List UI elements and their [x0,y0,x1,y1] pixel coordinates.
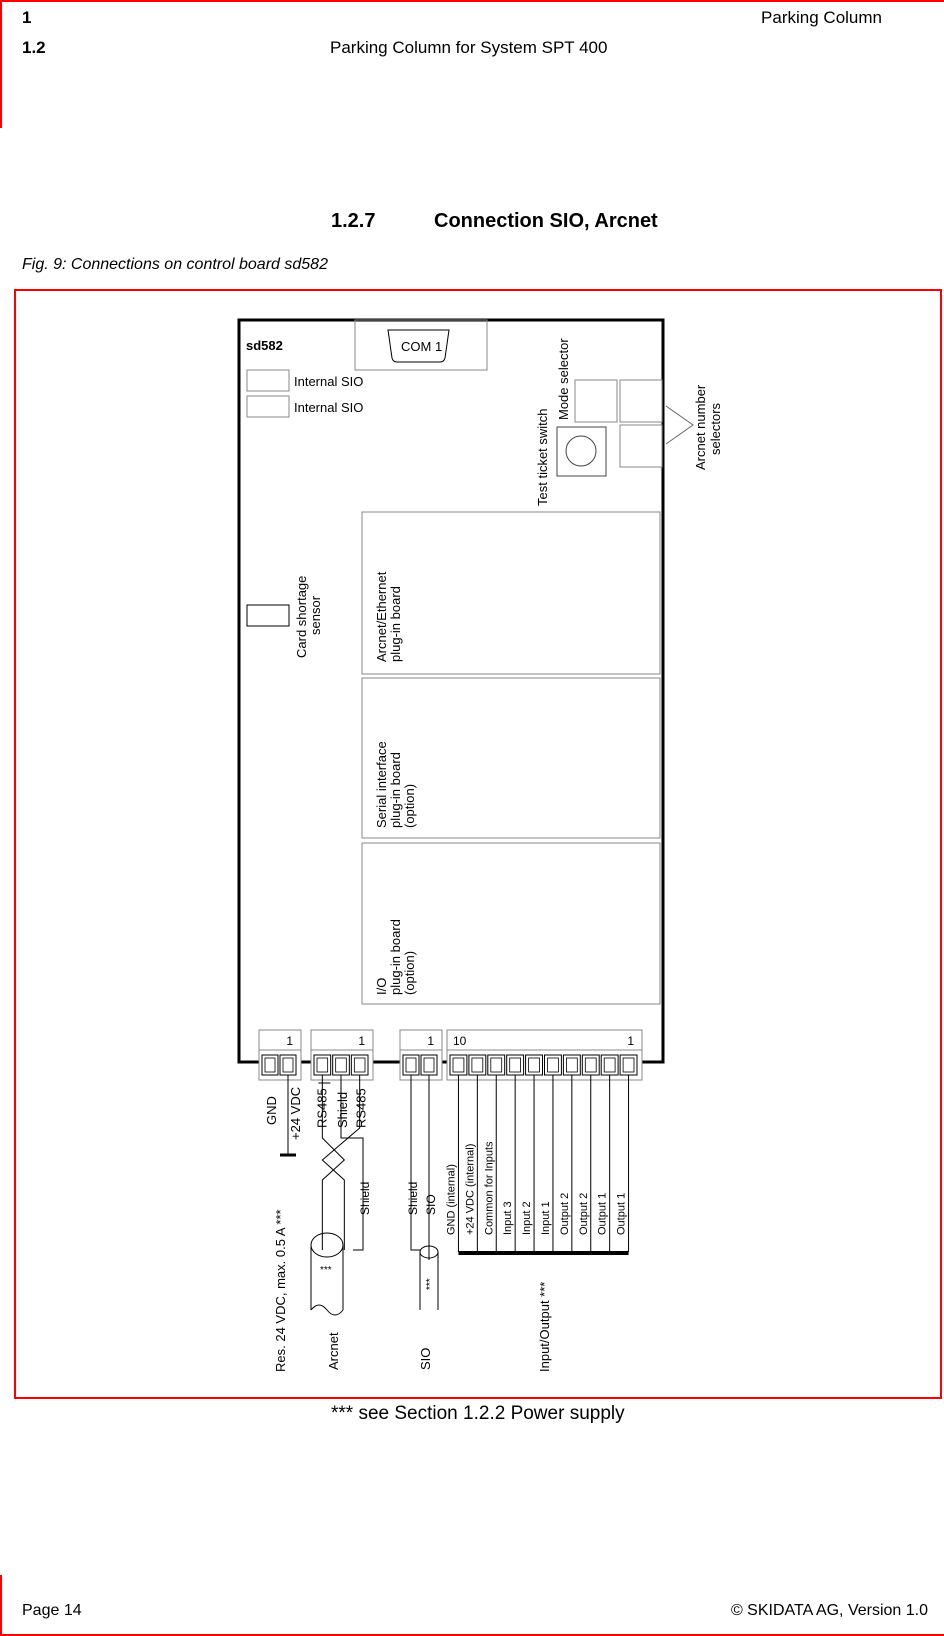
io-wire-label: +24 VDC (internal) [464,1144,476,1235]
serial-board-label-3: (option) [402,784,417,828]
sio-group-label: SIO [418,1348,433,1370]
io-wire-label: Input 2 [521,1201,533,1235]
sio-cable-marker: *** [425,1278,436,1290]
wiring: GND +24 VDC RS485 Shield RS485Shield***Shiel… [264,1075,630,1316]
mode-selector-switch [574,379,618,423]
sio-wire-label-shield: Shield [406,1182,420,1215]
io-group-label: Input/Output *** [537,1282,552,1372]
arcnet-selectors-label-1: Arcnet number [693,384,708,470]
io-wire-label: Common for Inputs [483,1141,495,1235]
arcnet-number-selector-1 [619,379,663,423]
connector-pin-label-right: 1 [427,1034,434,1048]
arcnet-ethernet-plugin-board [361,511,661,675]
arcnet-board-label-2: plug-in board [388,586,403,662]
power-wire-label-gnd: GND [264,1096,279,1125]
footer-copyright: © SKIDATA AG, Version 1.0 [730,1602,928,1619]
board-outline [237,318,665,1064]
io-wire-label: Output 1 [597,1193,609,1235]
connector-header-1 [258,1029,302,1051]
arcnet-wire-label-shield: Shield [335,1092,350,1128]
test-ticket-switch-button [565,435,597,467]
footer-page-number: Page 14 [22,1602,82,1619]
card-shortage-sensor [246,604,290,627]
arcnet-selectors-label-2: selectors [708,402,723,455]
internal-sio-label-2: Internal SIO [294,400,363,415]
board-diagram: sd582 COM 1 Internal SIO Internal SIO Te… [237,318,723,1372]
arcnet-board-label-1: Arcnet/Ethernet [374,571,389,662]
board-label: sd582 [246,338,283,353]
power-wire-label-24vdc: +24 VDC [288,1087,303,1140]
arcnet-cable-shield-label: Shield [358,1182,372,1215]
arcnet-cable-marker: *** [320,1265,332,1276]
connector-header-3 [399,1029,443,1051]
io-wire-label: Input 3 [502,1201,514,1235]
io-board-label-3: (option) [402,951,417,995]
io-wire-label: Output 1 [616,1193,628,1235]
serial-board-label-1: Serial interface [374,741,389,828]
arcnet-cable-body [310,1245,344,1316]
test-ticket-switch-box [556,426,607,477]
sio-shield-wire [410,1075,421,1251]
sio-wire-label-sio: SIO [424,1194,438,1215]
internal-sio-connector-1 [246,369,290,392]
terminal-connectors: 1 1 1 1 10 [239,1029,662,1081]
mode-selector-label: Mode selector [556,338,571,420]
test-ticket-switch-label: Test ticket switch [535,408,550,506]
arcnet-number-selector-2 [619,424,663,468]
io-wire-label: Input 1 [540,1201,552,1235]
io-board-label-2: plug-in board [388,919,403,995]
connector-header-4 [446,1029,643,1051]
io-wire-label: Output 2 [578,1193,590,1235]
internal-sio-label-1: Internal SIO [294,374,363,389]
internal-sio-connector-2 [246,395,290,418]
io-wire-label: Output 2 [559,1193,571,1235]
footnote: *** see Section 1.2.2 Power supply [331,1403,625,1424]
arcnet-selector-pointer [665,405,694,445]
card-shortage-label-1: Card shortage [294,576,309,658]
connector-pin-label-right: 1 [286,1034,293,1048]
io-board-label-1: I/O [374,978,389,995]
io-wire-label: GND (internal) [445,1164,457,1235]
connector-pin-label-left: 10 [453,1034,467,1048]
arcnet-wire-label-rs485: RS485 [354,1088,369,1128]
connector-pin-label-right: 1 [358,1034,365,1048]
connector-pin-label-right: 1 [627,1034,634,1048]
power-group-label: Res. 24 VDC, max. 0.5 A *** [273,1209,288,1372]
serial-board-label-2: plug-in board [388,752,403,828]
arcnet-cable-end [310,1232,344,1258]
arcnet-group-label: Arcnet [326,1332,341,1370]
com-port-label: COM 1 [401,339,442,354]
card-shortage-label-2: sensor [308,595,323,635]
